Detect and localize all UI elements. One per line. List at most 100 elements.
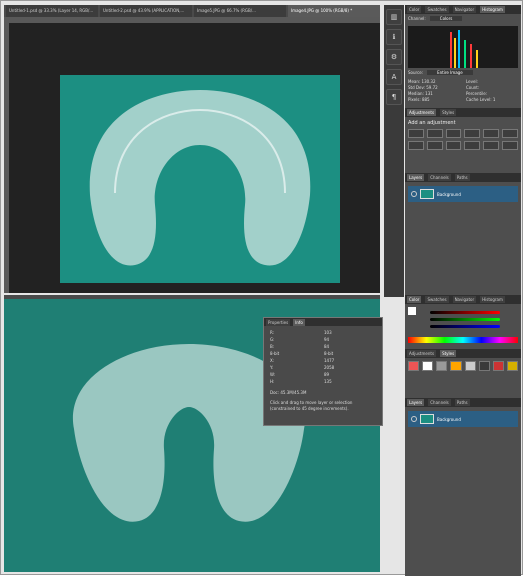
style-yellow[interactable] <box>506 361 518 371</box>
histogram-tabs: Color Swatches Navigator Histogram <box>405 5 521 14</box>
tab-swatches[interactable]: Swatches <box>425 6 449 13</box>
style-red[interactable] <box>408 361 420 371</box>
channel-select[interactable]: Colors <box>429 16 463 21</box>
style-crimson[interactable] <box>492 361 504 371</box>
right-panels-bottom: Color Swatches Navigator Histogram Adjus… <box>405 295 521 576</box>
stat-stddev: Std Dev: 59.72 <box>408 85 438 90</box>
layer-thumbnail <box>420 189 434 199</box>
adj-bw-icon[interactable] <box>445 141 462 150</box>
style-light[interactable] <box>464 361 476 371</box>
paragraph-icon[interactable]: ¶ <box>386 89 402 105</box>
channel-label: Channel: <box>408 16 426 21</box>
tab-navigator[interactable]: Navigator <box>452 6 477 13</box>
tab-swatches-bottom[interactable]: Swatches <box>425 296 449 303</box>
histogram-chart <box>408 26 518 68</box>
tab-navigator-bottom[interactable]: Navigator <box>452 296 477 303</box>
adj-channel-mixer-icon[interactable] <box>483 141 500 150</box>
adj-levels-icon[interactable] <box>426 129 443 138</box>
add-adjustment-label: Add an adjustment <box>408 120 456 126</box>
tab-color[interactable]: Color <box>407 6 422 13</box>
right-panels-top: Color Swatches Navigator Histogram Chann… <box>405 5 521 297</box>
info-b-label: B: <box>270 344 275 349</box>
document-canvas-top[interactable] <box>9 23 380 293</box>
r-slider[interactable] <box>430 311 500 314</box>
adjustments-styles-tabs: Adjustments Styles <box>405 349 521 358</box>
adj-brightness-icon[interactable] <box>408 129 424 138</box>
info-w-value: 89 <box>324 372 330 377</box>
style-white[interactable] <box>422 361 434 371</box>
dental-tray-image <box>60 75 340 283</box>
tab-info[interactable]: Info <box>293 318 305 326</box>
info-r-value: 103 <box>324 330 332 335</box>
foreground-swatch[interactable] <box>408 307 416 315</box>
tab-channels[interactable]: Channels <box>428 174 451 181</box>
style-grey[interactable] <box>436 361 448 371</box>
stat-pixels: Pixels: 885 <box>408 97 430 102</box>
b-slider[interactable] <box>430 325 500 328</box>
tab-color-bottom[interactable]: Color <box>407 296 422 303</box>
info-values: R: 103 G: 94 B: 84 8-bit 8-bit X: 1477 Y… <box>264 326 382 388</box>
tab-paths[interactable]: Paths <box>454 174 470 181</box>
channel-row: Channel: Colors <box>405 14 521 23</box>
visibility-icon-bottom[interactable] <box>411 416 417 422</box>
adjustments-tabs: Adjustments Styles <box>405 108 521 117</box>
source-row: Source: Entire Image <box>405 68 521 77</box>
tab-histogram[interactable]: Histogram <box>480 6 505 13</box>
tab-channels-bottom[interactable]: Channels <box>428 399 451 406</box>
adj-curves-icon[interactable] <box>445 129 462 138</box>
visibility-icon[interactable] <box>411 191 417 197</box>
tab-properties[interactable]: Properties <box>266 318 291 326</box>
adj-photo-filter-icon[interactable] <box>464 141 481 150</box>
photoshop-window: Untitled-1.psd @ 33.3% (Layer 14, RGB/..… <box>0 0 523 576</box>
tab-image4[interactable]: Image4.JPG @ 100% (RGB/8) * <box>288 5 380 17</box>
tab-histogram-bottom[interactable]: Histogram <box>480 296 505 303</box>
right-toolstrip: ▥ ℹ ⚙ A ¶ <box>384 5 404 297</box>
adj-hue-icon[interactable] <box>408 141 424 150</box>
tab-image5[interactable]: Image5.JPG @ 66.7% (RGB/... <box>194 5 286 17</box>
layer-thumbnail-bottom <box>420 414 434 424</box>
adj-exposure-icon[interactable] <box>464 129 481 138</box>
info-note: Click and drag to move layer or selectio… <box>270 400 353 411</box>
tab-untitled-2[interactable]: Untitled-2.psd @ 43.9% (APPLICATION,... <box>100 5 192 17</box>
info-bits-left: 8-bit <box>270 351 280 356</box>
dental-tray-photo-top <box>60 75 340 283</box>
info-icon[interactable]: ℹ <box>386 29 402 45</box>
histogram-stats: Mean: 130.32 Level: Std Dev: 59.72 Count… <box>405 77 521 104</box>
histogram-icon[interactable]: ▥ <box>386 9 402 25</box>
tab-styles-bottom[interactable]: Styles <box>440 350 457 357</box>
adj-triangle-icon[interactable] <box>502 129 518 138</box>
properties-icon[interactable]: ⚙ <box>386 49 402 65</box>
info-r-label: R: <box>270 330 275 335</box>
tab-adjustments-bottom[interactable]: Adjustments <box>407 350 437 357</box>
color-tabs-bottom: Color Swatches Navigator Histogram <box>405 295 521 304</box>
tab-layers-bottom[interactable]: Layers <box>407 399 425 406</box>
layer-name-bottom: Background <box>437 416 461 422</box>
info-x-label: X: <box>270 358 275 363</box>
tab-untitled-1[interactable]: Untitled-1.psd @ 33.3% (Layer 14, RGB/..… <box>6 5 98 17</box>
source-select[interactable]: Entire Image <box>427 70 473 75</box>
info-g-label: G: <box>270 337 275 342</box>
layer-background-bottom[interactable]: Background <box>408 411 518 427</box>
stat-cache-level: Cache Level: 1 <box>466 97 496 102</box>
tab-styles[interactable]: Styles <box>440 109 457 116</box>
adjustment-buttons <box>405 126 521 153</box>
info-y-value: 2058 <box>324 365 335 370</box>
tab-paths-bottom[interactable]: Paths <box>454 399 470 406</box>
style-orange[interactable] <box>450 361 462 371</box>
g-slider[interactable] <box>430 318 500 321</box>
color-picker <box>408 307 518 331</box>
info-w-label: W: <box>270 372 276 377</box>
adj-vibrance-icon[interactable] <box>483 129 500 138</box>
info-h-label: H: <box>270 379 275 384</box>
info-doc: Doc: 45.3M/45.3M <box>270 390 307 395</box>
style-dark[interactable] <box>478 361 490 371</box>
layer-background[interactable]: Background <box>408 186 518 202</box>
color-spectrum[interactable] <box>408 337 518 343</box>
tab-layers[interactable]: Layers <box>407 174 425 181</box>
text-icon[interactable]: A <box>386 69 402 85</box>
adj-color-balance-icon[interactable] <box>426 141 443 150</box>
tab-adjustments[interactable]: Adjustments <box>407 109 437 116</box>
info-g-value: 94 <box>324 337 330 342</box>
adj-lookup-icon[interactable] <box>502 141 518 150</box>
document-tabs: Untitled-1.psd @ 33.3% (Layer 14, RGB/..… <box>4 5 380 17</box>
